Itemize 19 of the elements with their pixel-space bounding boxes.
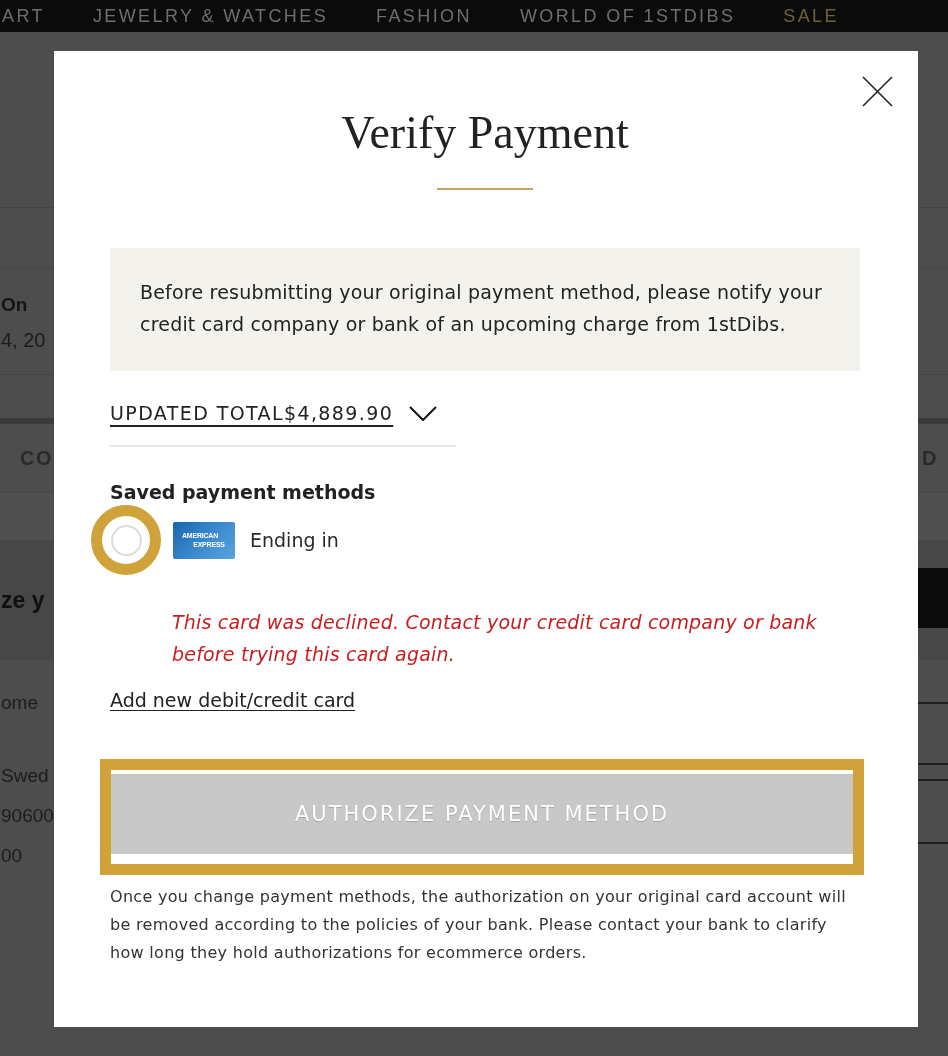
card-label: Ending in [250,528,339,553]
nav-link[interactable]: WORLD OF 1STDIBS [519,5,736,27]
error-message: This card was declined. Contact your credit card company or bank before trying this card again. [172,610,818,667]
footnote-text: Once you change payment methods, the authorization on your original card account will be removed according to the policies of your bank. Please contact your bank to clarify how long they hold authorizations for ecommerce orders. [110,886,847,964]
section-heading: Saved payment methods [110,480,376,505]
page-heading: ze y [0,586,45,614]
total-toggle[interactable]: UPDATED TOTAL$4,889.90 [110,399,438,427]
add-card-link[interactable]: Add new debit/credit card [110,687,356,713]
close-icon [862,76,893,107]
modal-title: Verify Payment [340,109,630,157]
page-panel [918,568,948,628]
close-button[interactable] [862,76,893,107]
nav-link[interactable]: SALE [783,5,839,27]
page-heading: On [1,293,28,317]
notice-text: Before resubmitting your original payment method, please notify your credit card company or bank of an upcoming charge from 1stDibs. [140,280,823,337]
nav-link[interactable]: ART [2,5,45,27]
radio-button[interactable] [110,524,142,556]
nav-link[interactable]: JEWELRY & WATCHES [92,5,329,27]
nav-link[interactable]: FASHION [376,5,472,27]
